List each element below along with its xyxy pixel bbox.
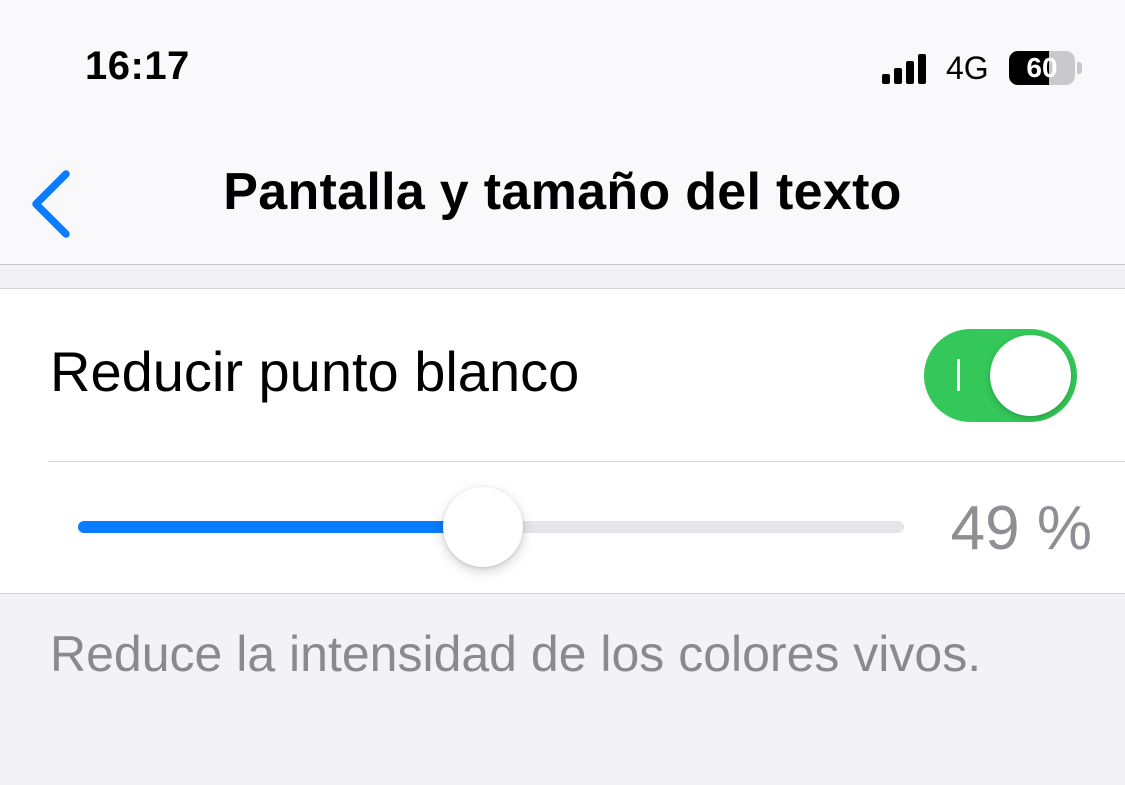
cellular-signal-icon xyxy=(882,52,934,84)
page-title: Pantalla y tamaño del texto xyxy=(223,163,902,221)
navigation-bar: Pantalla y tamaño del texto xyxy=(0,140,1125,265)
slider-value: 49 % xyxy=(950,494,1092,563)
battery-percent: 60 xyxy=(1026,52,1058,83)
footer-description: Reduce la intensidad de los colores vivo… xyxy=(50,626,982,682)
status-time: 16:17 xyxy=(85,44,190,88)
chevron-left-icon xyxy=(32,170,70,238)
battery-icon: 60 xyxy=(1009,51,1075,85)
row-separator xyxy=(48,461,1125,462)
reduce-white-point-toggle[interactable] xyxy=(924,329,1077,422)
toggle-knob xyxy=(990,335,1071,416)
white-point-slider[interactable] xyxy=(78,479,904,575)
settings-group: Reducir punto blanco 49 % xyxy=(0,288,1125,594)
toggle-on-indicator xyxy=(957,359,960,391)
slider-fill xyxy=(78,521,483,533)
back-button[interactable] xyxy=(18,152,88,242)
status-bar: 16:17 4G 60 xyxy=(0,0,1125,140)
network-type: 4G xyxy=(946,50,989,86)
battery-cap xyxy=(1077,62,1082,74)
slider-thumb[interactable] xyxy=(443,487,523,567)
reduce-white-point-label: Reducir punto blanco xyxy=(50,340,580,403)
